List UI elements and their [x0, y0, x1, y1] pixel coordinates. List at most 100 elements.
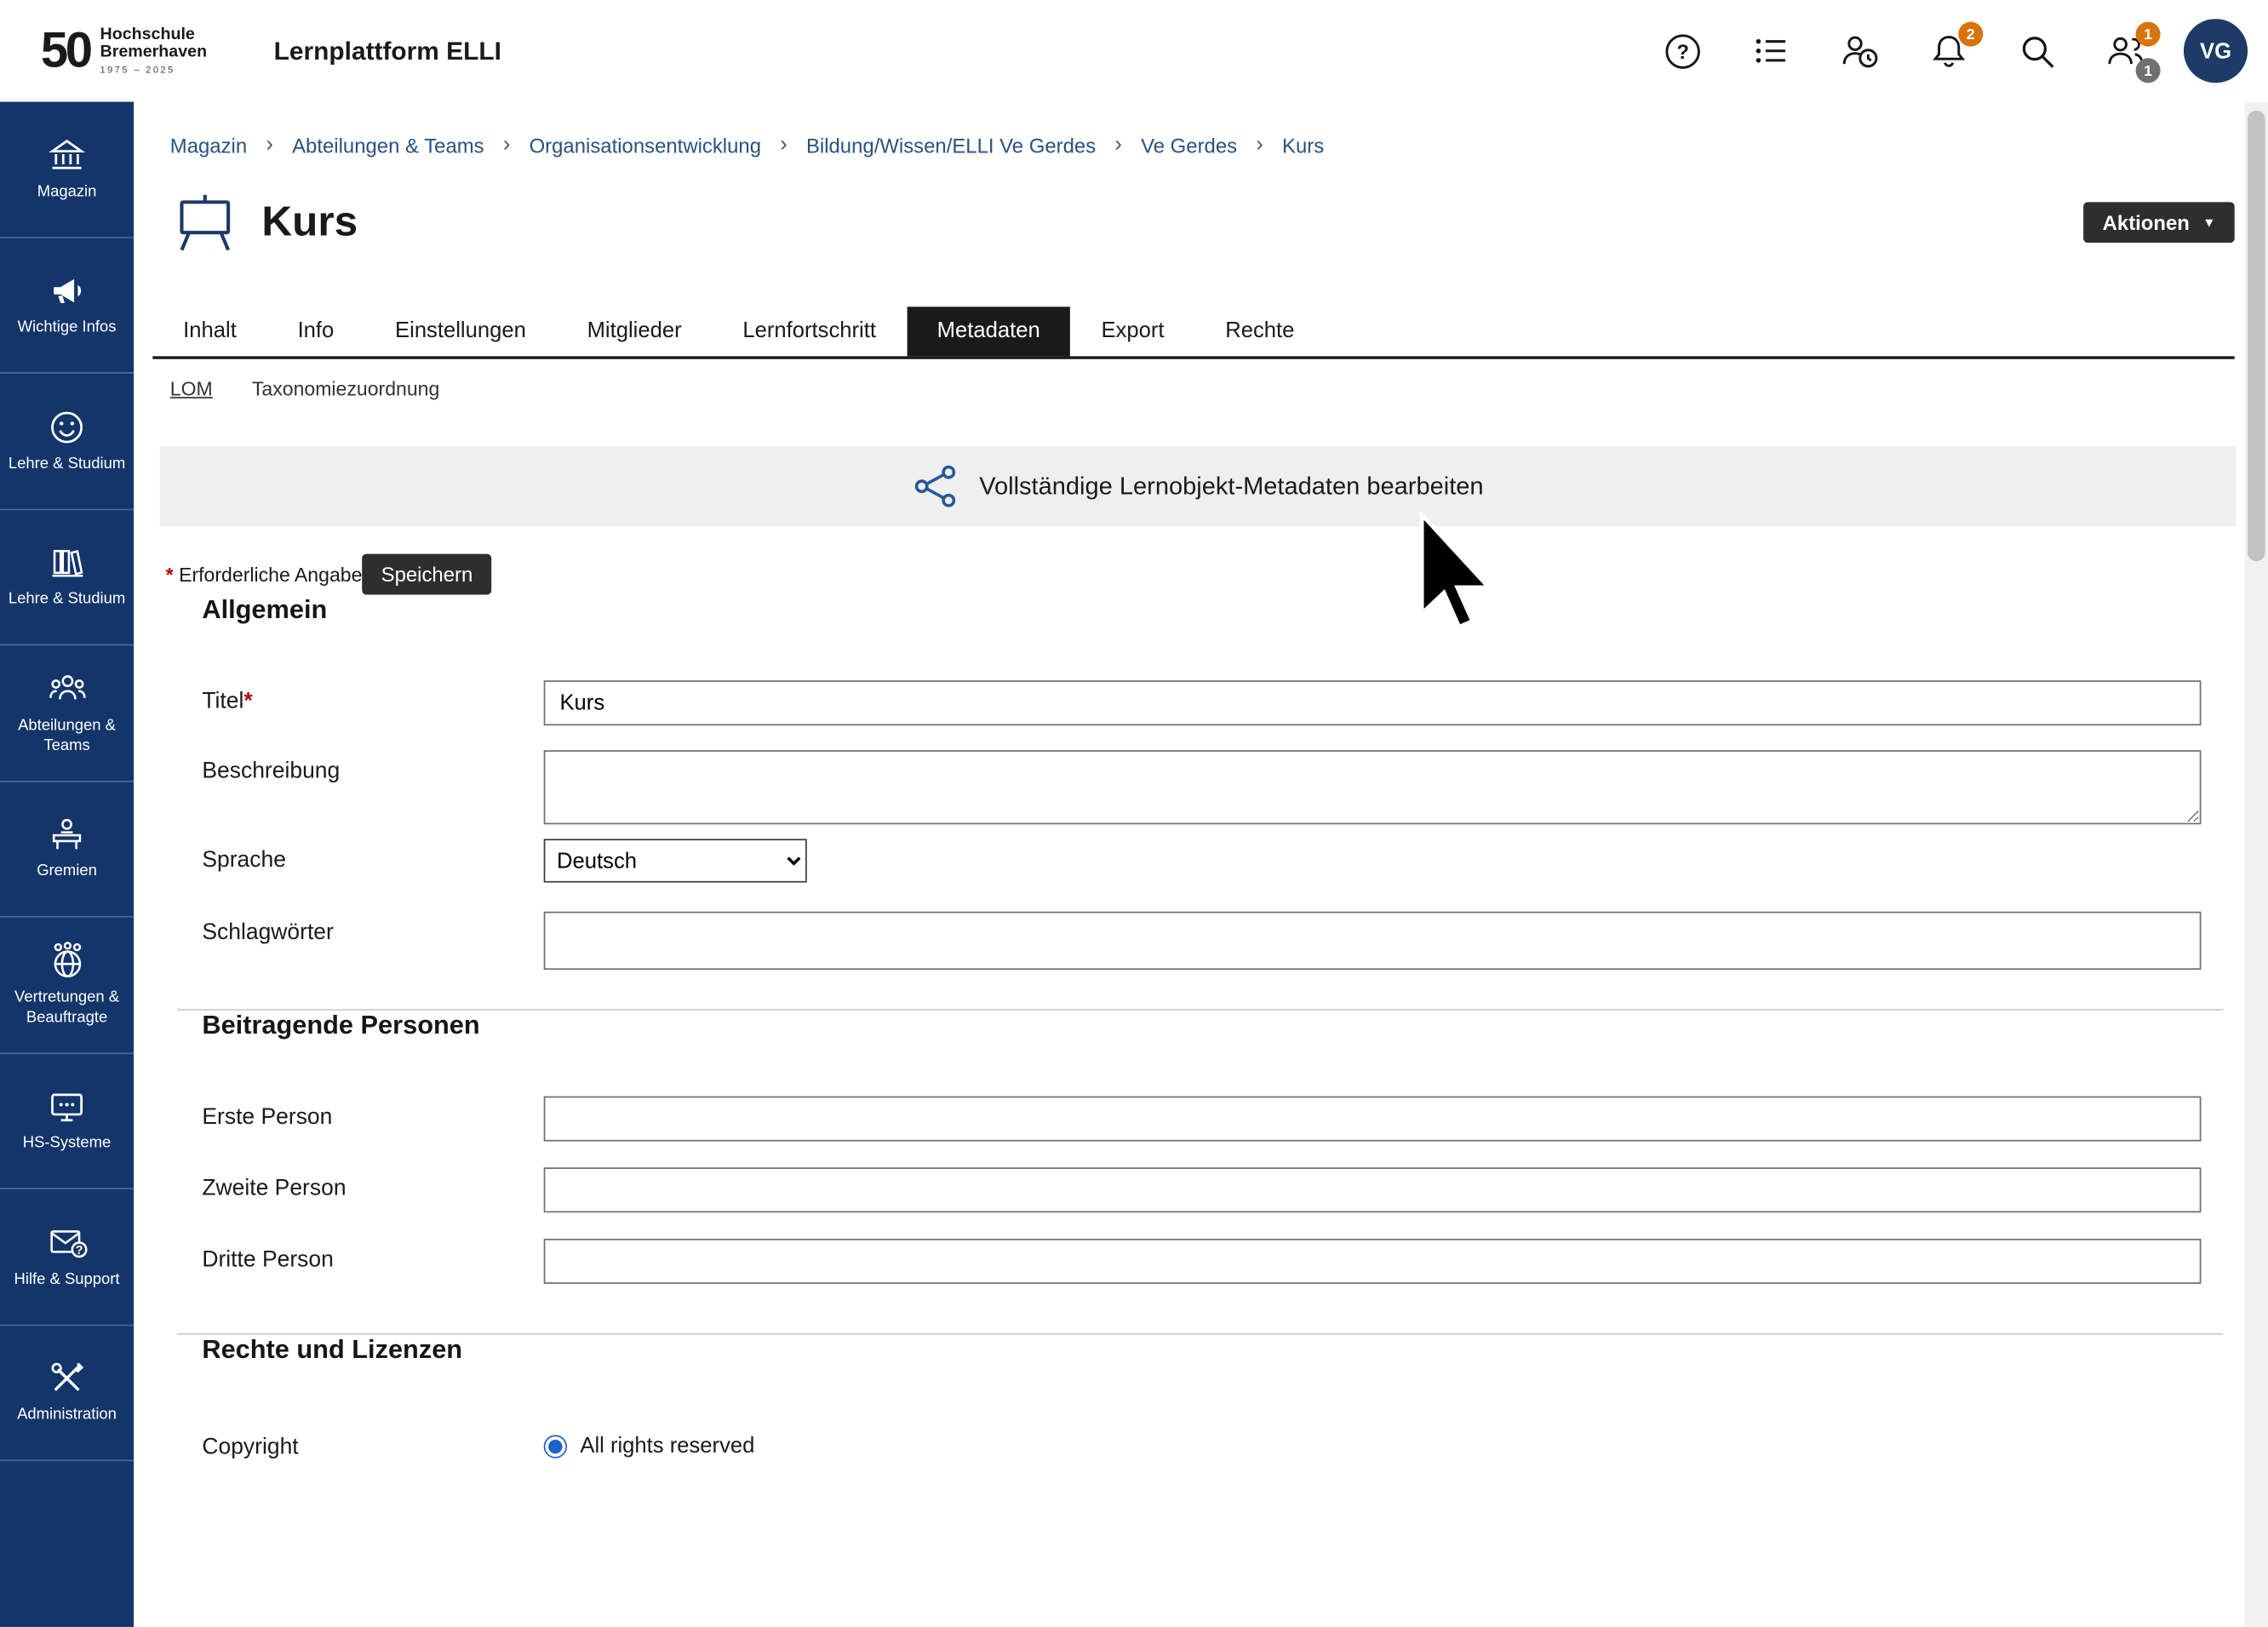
sidebar-label: Wichtige Infos	[14, 318, 121, 338]
sidebar-label: Lehre & Studium	[4, 590, 130, 610]
sprache-select[interactable]: Deutsch	[544, 839, 807, 882]
chevron-right-icon: ›	[1114, 132, 1122, 157]
titel-input[interactable]	[544, 680, 2202, 725]
actions-button-label: Aktionen	[2103, 211, 2190, 234]
required-note-text: Erforderliche Angabe	[179, 564, 362, 586]
megaphone-icon	[48, 272, 85, 309]
tools-icon	[48, 1360, 85, 1397]
actions-button[interactable]: Aktionen ▼	[2083, 202, 2234, 243]
form-row-schlagwoerter: Schlagwörter	[202, 912, 2234, 970]
sidebar-item-abteilungen-teams[interactable]: Abteilungen & Teams	[0, 645, 134, 782]
section-heading-rechte: Rechte und Lizenzen	[202, 1335, 2234, 1366]
bank-icon	[48, 136, 85, 174]
breadcrumb-item-magazin[interactable]: Magazin	[170, 133, 247, 156]
section-rechte-lizenzen: Rechte und Lizenzen Copyright All rights…	[134, 1335, 2268, 1462]
user-clock-icon	[1839, 31, 1880, 72]
tab-einstellungen[interactable]: Einstellungen	[364, 306, 557, 356]
schlagwoerter-label: Schlagwörter	[202, 912, 543, 970]
tab-metadaten[interactable]: Metadaten	[907, 306, 1071, 356]
app-title: Lernplattform ELLI	[274, 36, 501, 66]
save-button-label: Speichern	[381, 563, 473, 586]
sidebar-label: Hilfe & Support	[9, 1271, 123, 1291]
section-beitragende-personen: Beitragende Personen Erste Person Zweite…	[134, 1011, 2268, 1284]
form-row-beschreibung: Beschreibung	[202, 750, 2234, 832]
breadcrumb-item-bildung-wissen[interactable]: Bildung/Wissen/ELLI Ve Gerdes	[806, 133, 1096, 156]
chevron-right-icon: ›	[780, 132, 788, 157]
committee-icon	[48, 816, 85, 853]
tab-mitglieder[interactable]: Mitglieder	[557, 306, 713, 356]
sidebar-item-hs-systeme[interactable]: HS-Systeme	[0, 1053, 134, 1189]
contacts-badge-bottom: 1	[2136, 58, 2161, 83]
logo-50: 50	[41, 26, 90, 76]
tab-inhalt[interactable]: Inhalt	[152, 306, 266, 356]
help-icon: ?	[1663, 32, 1702, 71]
edit-full-metadata-banner[interactable]: Vollständige Lernobjekt-Metadaten bearbe…	[160, 446, 2236, 526]
course-board-icon	[172, 192, 239, 253]
save-button[interactable]: Speichern	[362, 554, 491, 595]
logo-name-line1: Hochschule	[100, 26, 208, 44]
breadcrumb: Magazin › Abteilungen & Teams › Organisa…	[134, 102, 2268, 158]
tab-lernfortschritt[interactable]: Lernfortschritt	[713, 306, 907, 356]
sidebar-item-gremien[interactable]: Gremien	[0, 782, 134, 918]
schlagwoerter-input[interactable]	[544, 912, 2202, 970]
form-meta-row: * Erforderliche Angabe Speichern	[166, 554, 2235, 595]
sidebar-item-administration[interactable]: Administration	[0, 1326, 134, 1462]
dritte-person-label: Dritte Person	[202, 1239, 543, 1284]
required-note: * Erforderliche Angabe	[166, 564, 363, 586]
university-logo[interactable]: 50 Hochschule Bremerhaven 1975 – 2025	[41, 26, 207, 76]
contacts-badge-top: 1	[2136, 22, 2161, 47]
sidebar-item-lehre-studium[interactable]: Lehre & Studium	[0, 510, 134, 646]
subtab-lom[interactable]: LOM	[170, 378, 213, 400]
sidebar-item-hilfe-support[interactable]: ? Hilfe & Support	[0, 1189, 134, 1326]
sidebar-label: Vertretungen & Beauftragte	[0, 989, 134, 1028]
dritte-person-input[interactable]	[544, 1239, 2202, 1284]
user-activity-button[interactable]	[1829, 20, 1890, 82]
chevron-right-icon: ›	[1256, 132, 1263, 157]
tab-export[interactable]: Export	[1071, 306, 1195, 356]
tab-info[interactable]: Info	[267, 306, 364, 356]
sidebar-item-wichtige-infos[interactable]: Wichtige Infos	[0, 238, 134, 374]
copyright-radio-all-rights[interactable]	[544, 1435, 567, 1458]
erste-person-label: Erste Person	[202, 1097, 543, 1142]
sidebar-label: Abteilungen & Teams	[0, 717, 134, 756]
main-sidebar: Magazin Wichtige Infos Lehre & Studium	[0, 102, 134, 1627]
breadcrumb-item-kurs[interactable]: Kurs	[1282, 133, 1324, 156]
page: 50 Hochschule Bremerhaven 1975 – 2025 Le…	[0, 0, 2268, 1627]
header-icon-cluster: ?	[1652, 0, 2248, 102]
vertical-scrollbar[interactable]	[2245, 102, 2268, 1627]
breadcrumb-item-organisationsentwicklung[interactable]: Organisationsentwicklung	[530, 133, 761, 156]
chevron-down-icon: ▼	[2202, 216, 2215, 229]
beschreibung-textarea[interactable]	[544, 750, 2202, 824]
form-row-copyright: Copyright All rights reserved	[202, 1426, 2234, 1461]
form-row-sprache: Sprache Deutsch	[202, 839, 2234, 882]
breadcrumb-item-abteilungen[interactable]: Abteilungen & Teams	[292, 133, 484, 156]
search-button[interactable]	[2007, 20, 2068, 82]
sidebar-label: Gremien	[32, 862, 101, 882]
sidebar-label: Lehre & Studium	[4, 455, 130, 474]
chevron-right-icon: ›	[503, 132, 511, 157]
todo-list-button[interactable]	[1740, 20, 1801, 82]
zweite-person-input[interactable]	[544, 1167, 2202, 1212]
erste-person-input[interactable]	[544, 1097, 2202, 1142]
sprache-label: Sprache	[202, 839, 543, 882]
subtab-taxonomiezuordnung[interactable]: Taxonomiezuordnung	[252, 378, 439, 400]
main-content: Magazin › Abteilungen & Teams › Organisa…	[134, 102, 2268, 1627]
section-heading-allgemein: Allgemein	[202, 594, 2234, 625]
notifications-button[interactable]: 2	[1917, 20, 1979, 82]
sidebar-item-magazin[interactable]: Magazin	[0, 102, 134, 238]
contacts-button[interactable]: 1 1	[2095, 20, 2156, 82]
form-row-dritte-person: Dritte Person	[202, 1239, 2234, 1284]
globe-people-icon	[47, 941, 86, 980]
form-row-zweite-person: Zweite Person	[202, 1167, 2234, 1212]
scrollbar-thumb[interactable]	[2248, 111, 2265, 561]
todo-list-icon	[1752, 32, 1790, 70]
help-button[interactable]: ?	[1652, 20, 1713, 82]
breadcrumb-item-ve-gerdes[interactable]: Ve Gerdes	[1141, 133, 1237, 156]
sidebar-item-vertretungen[interactable]: Vertretungen & Beauftragte	[0, 918, 134, 1054]
beschreibung-label: Beschreibung	[202, 750, 543, 832]
tab-rechte[interactable]: Rechte	[1194, 306, 1325, 356]
mail-help-icon: ?	[47, 1223, 86, 1262]
user-avatar[interactable]: VG	[2184, 19, 2248, 83]
sidebar-item-mein-bereich[interactable]: Lehre & Studium	[0, 374, 134, 510]
smiley-icon	[48, 408, 85, 445]
